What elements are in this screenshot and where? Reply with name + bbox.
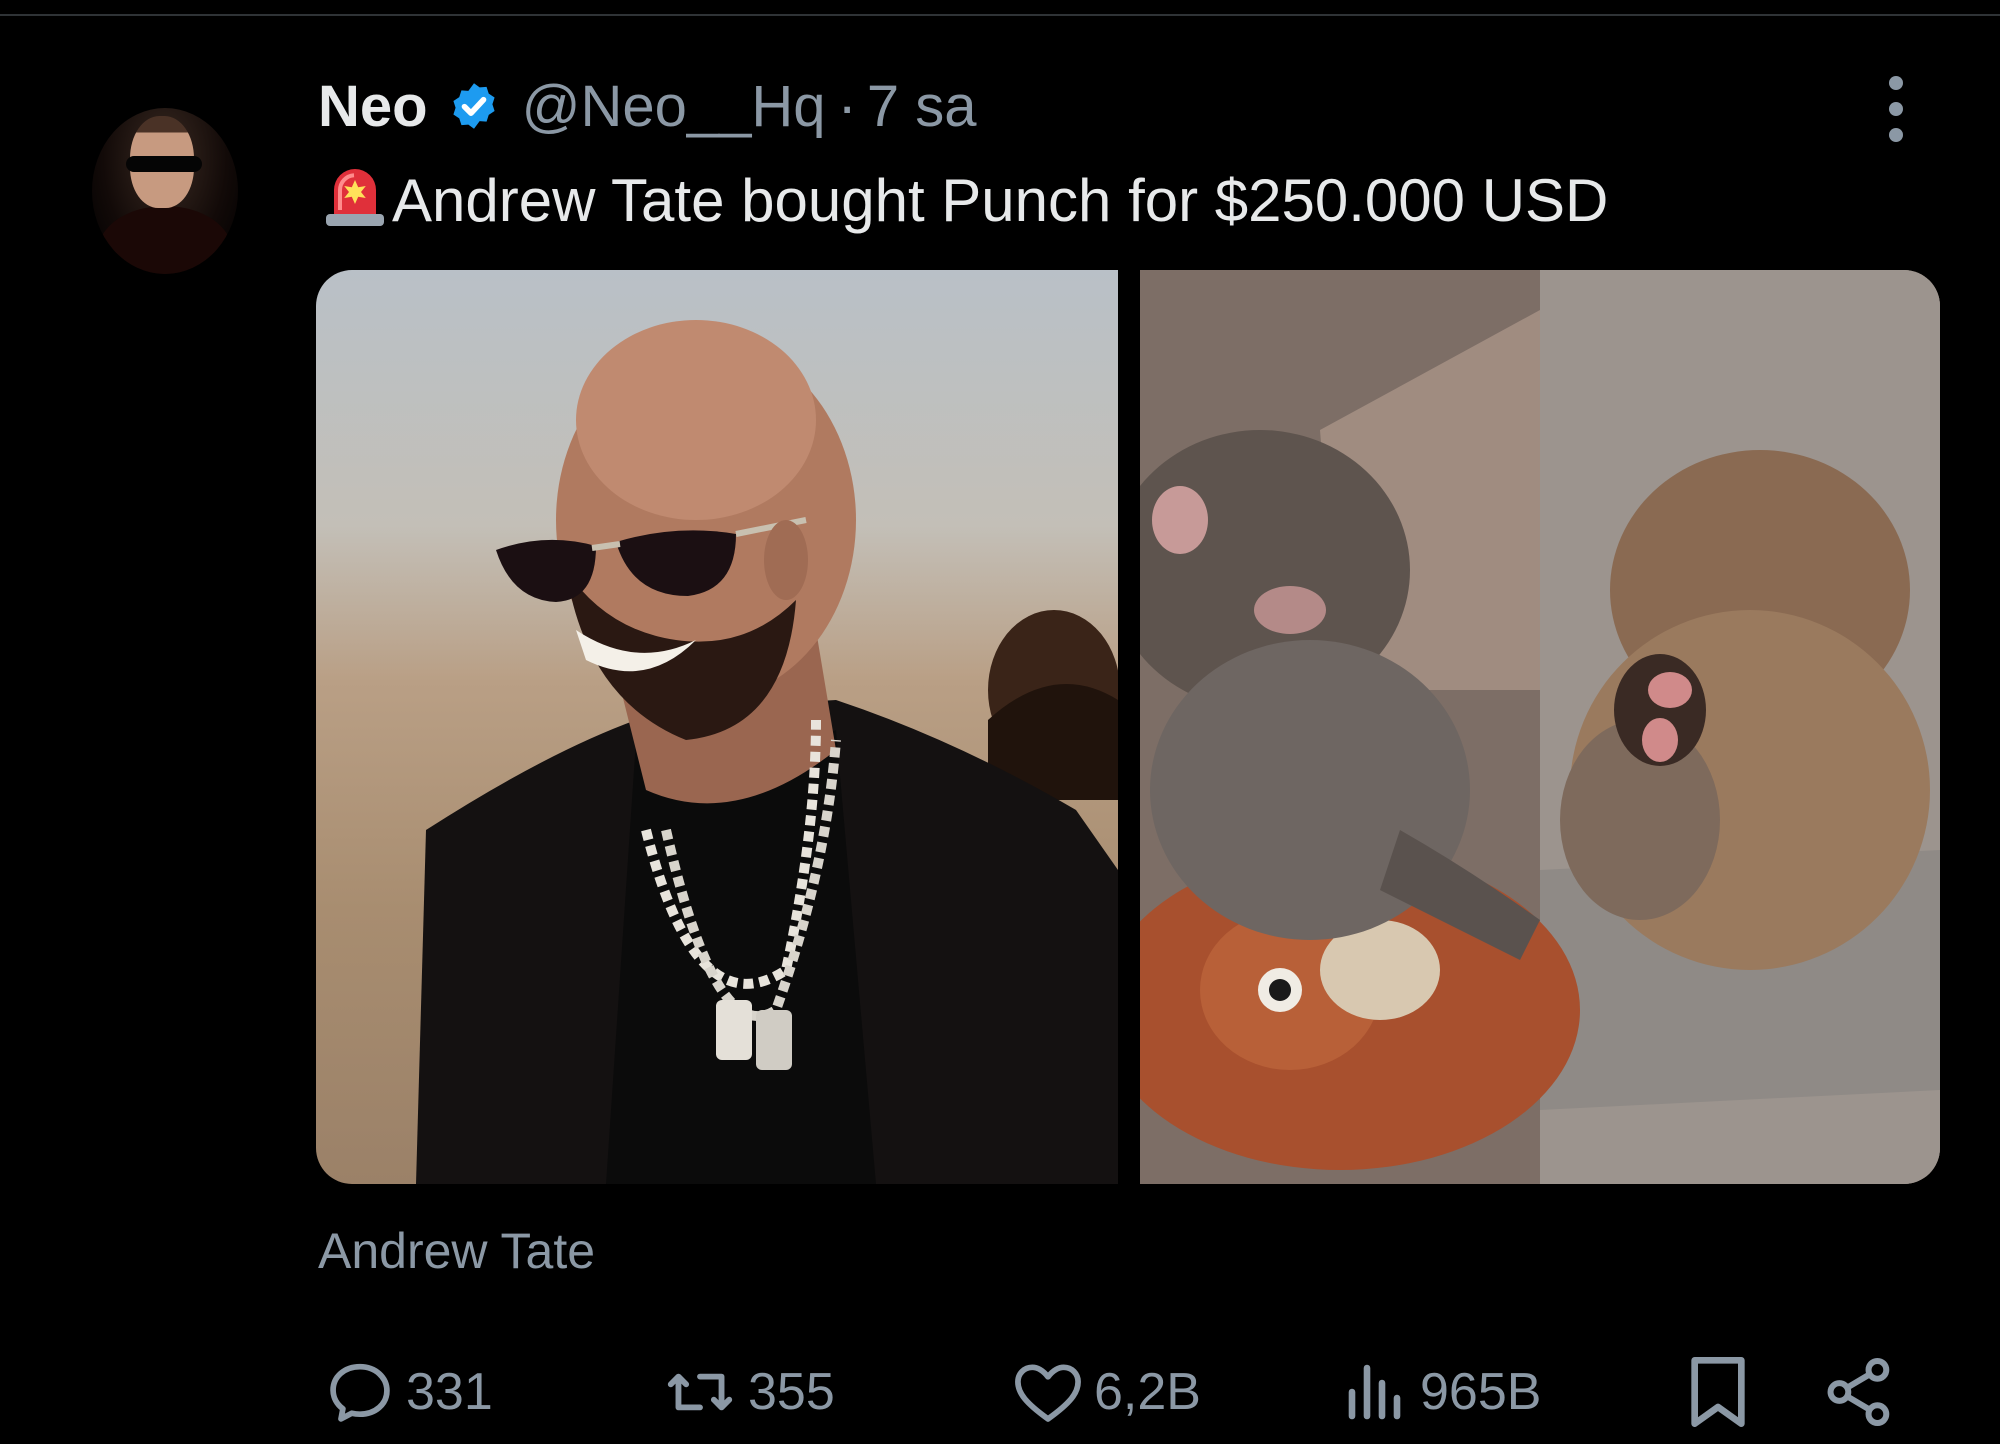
- bookmark-button[interactable]: [1684, 1352, 1752, 1432]
- top-divider: [0, 14, 2000, 16]
- repost-count: 355: [748, 1363, 835, 1421]
- like-button[interactable]: 6,2B: [1010, 1352, 1201, 1432]
- author-handle[interactable]: @Neo__Hq: [522, 73, 826, 140]
- views-button[interactable]: 965B: [1340, 1352, 1541, 1432]
- repost-button[interactable]: 355: [660, 1352, 835, 1432]
- repost-icon: [667, 1373, 733, 1411]
- tweet-text: Andrew Tate bought Punch for $250.000 US…: [322, 158, 1608, 242]
- reply-icon: [330, 1363, 390, 1422]
- avatar[interactable]: [92, 108, 238, 274]
- reply-button[interactable]: 331: [322, 1352, 493, 1432]
- media-caption[interactable]: Andrew Tate: [318, 1222, 595, 1280]
- heart-icon: [1015, 1364, 1081, 1422]
- siren-icon: [322, 158, 388, 242]
- share-icon: [1827, 1357, 1890, 1427]
- man-in-sunglasses-photo[interactable]: [316, 270, 1118, 1184]
- like-count: 6,2B: [1094, 1363, 1201, 1421]
- author-name[interactable]: Neo: [318, 73, 428, 140]
- share-button[interactable]: [1822, 1352, 1898, 1432]
- timestamp[interactable]: 7 sa: [867, 73, 977, 140]
- media-grid[interactable]: [316, 270, 1940, 1184]
- tweet-header: Neo @Neo__Hq · 7 sa: [318, 66, 976, 146]
- separator-dot: ·: [837, 73, 857, 139]
- verified-badge-icon: [448, 80, 500, 132]
- tweet-body-text: Andrew Tate bought Punch for $250.000 US…: [392, 166, 1609, 234]
- bookmark-icon: [1691, 1357, 1745, 1427]
- reply-count: 331: [406, 1363, 493, 1421]
- views-chart-icon: [1348, 1364, 1401, 1420]
- more-options-icon[interactable]: [1876, 74, 1916, 144]
- baby-monkey-with-plush-toy-photo[interactable]: [1140, 270, 1940, 1184]
- views-count: 965B: [1420, 1363, 1542, 1421]
